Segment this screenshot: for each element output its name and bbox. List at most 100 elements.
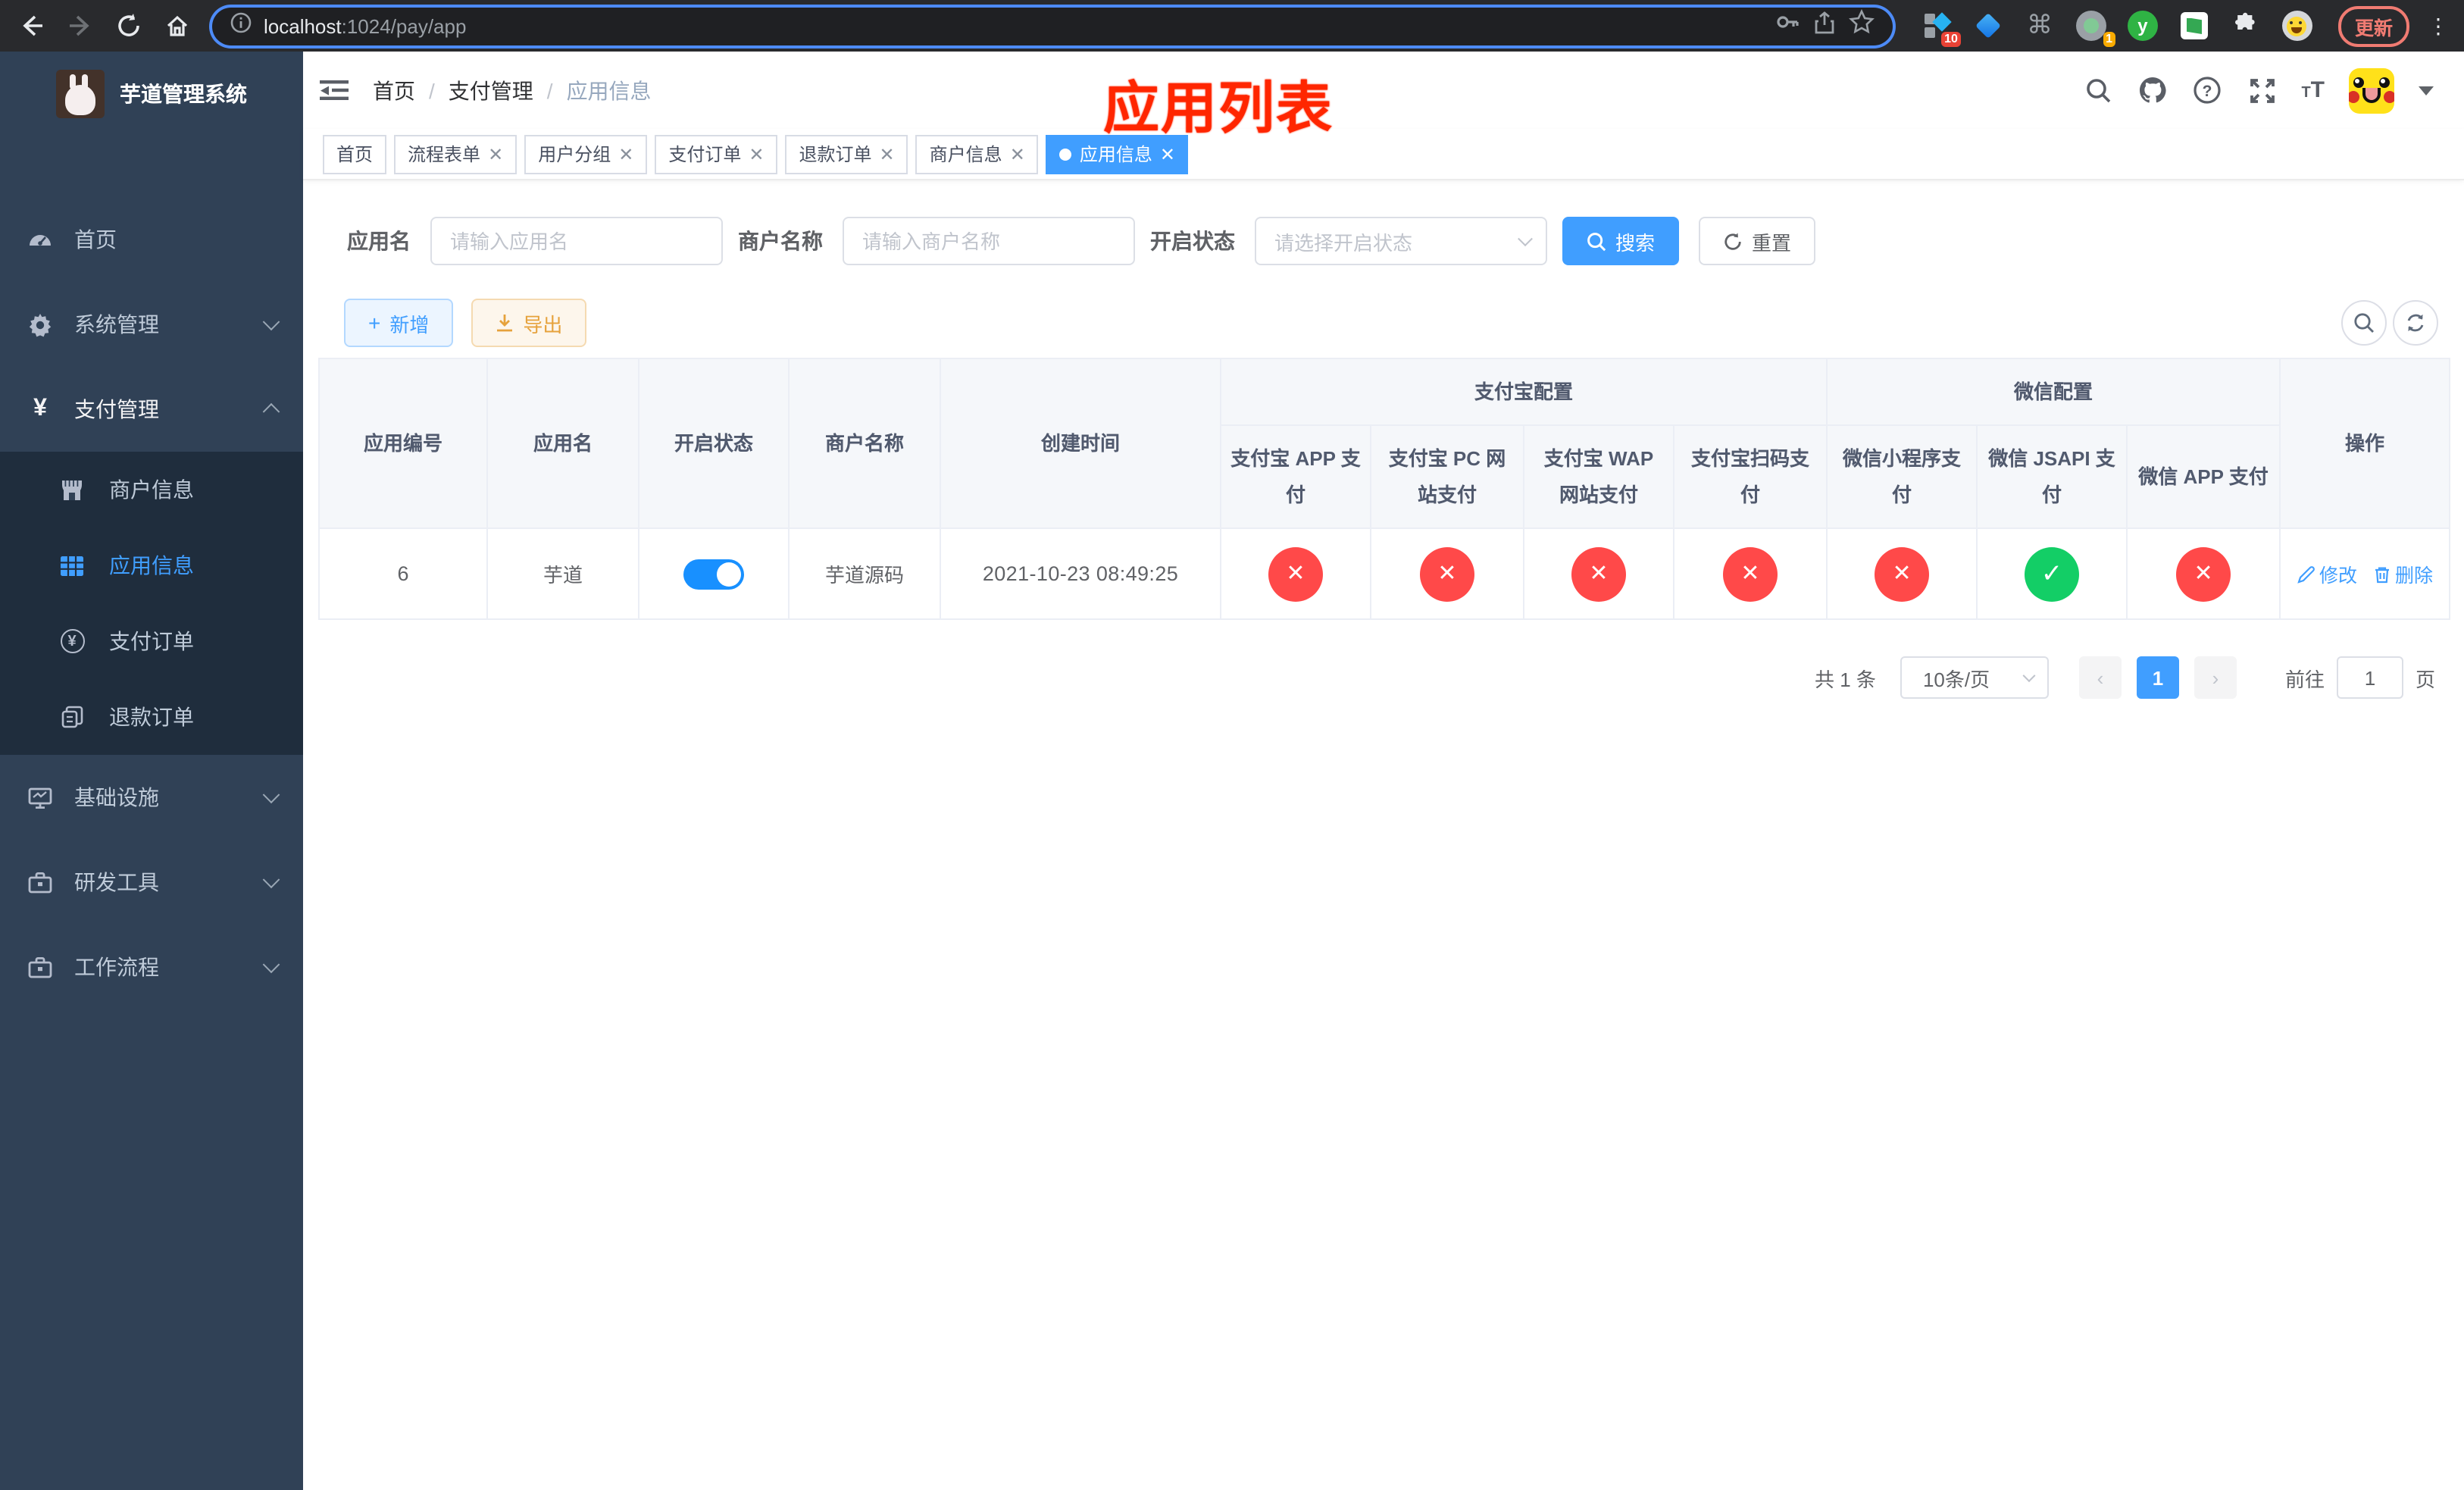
sidebar-collapse-icon[interactable] [318,75,349,105]
add-button[interactable]: + 新增 [344,299,454,347]
fullscreen-icon[interactable] [2247,75,2277,105]
extension-camera-icon[interactable]: 1 [2075,9,2115,47]
sidebar-item-label: 支付订单 [109,629,194,653]
app-name-input[interactable] [430,217,723,265]
page-size-select[interactable]: 10条/页 [1900,656,2049,700]
address-bar[interactable]: localhost:1024/pay/app [212,7,1893,45]
extension-chat-icon[interactable] [2178,9,2211,42]
sidebar-item-label: 研发工具 [74,870,159,894]
export-button[interactable]: 导出 [471,299,587,347]
col-alipay-wap: 支付宝 WAP 网站支付 [1523,424,1674,530]
sidebar-item-dev-tools[interactable]: 研发工具 [0,840,303,925]
profile-avatar-icon[interactable] [2281,9,2314,42]
alipay-wap-status-icon [1571,546,1626,602]
chevron-down-icon [262,786,280,804]
trash-icon [2375,566,2389,583]
gear-icon [27,311,53,337]
sidebar-menu: 首页 系统管理 ¥ 支付管理 商户信息 应用信息 ¥ 支付订单 退款订单 基础设… [0,197,303,1010]
chevron-down-icon [262,956,280,974]
delete-button[interactable]: 删除 [2372,559,2433,588]
browser-update-button[interactable]: 更新 [2337,5,2409,46]
pagination-total: 共 1 条 [1815,668,1876,691]
sidebar-item-merchant-info[interactable]: 商户信息 [0,452,303,527]
search-button[interactable]: 搜索 [1562,217,1680,265]
sidebar-logo[interactable]: 芋道管理系统 [0,52,303,136]
merchant-name-label: 商户名称 [738,229,823,253]
prev-page-button[interactable]: ‹ [2078,656,2122,700]
share-icon[interactable] [1812,10,1837,42]
browser-forward-icon[interactable] [61,6,100,45]
browser-reload-icon[interactable] [109,6,149,45]
breadcrumb-payment[interactable]: 支付管理 [449,75,533,105]
status-toggle[interactable] [683,559,744,590]
font-size-icon[interactable]: TT [2301,79,2325,102]
tab-merchant-info[interactable]: 商户信息 ✕ [915,134,1039,174]
refresh-table-button[interactable] [2393,300,2438,346]
cell-app-id: 6 [318,527,488,621]
merchant-name-input[interactable] [843,217,1135,265]
close-icon[interactable]: ✕ [1010,145,1025,163]
avatar-caret-icon[interactable] [2419,86,2434,95]
toolbox-icon [27,954,53,980]
tab-user-group[interactable]: 用户分组 ✕ [524,134,648,174]
breadcrumb-home[interactable]: 首页 [373,75,415,105]
monitor-icon [27,784,53,810]
extension-y-icon[interactable]: y [2126,9,2159,42]
extensions-puzzle-icon[interactable] [2229,9,2262,42]
bookmark-star-icon[interactable] [1849,8,1875,42]
user-avatar[interactable] [2349,67,2394,113]
page-number-button[interactable]: 1 [2136,656,2179,700]
col-merchant: 商户名称 [788,357,941,530]
yen-icon: ¥ [33,396,47,421]
sidebar-item-infrastructure[interactable]: 基础设施 [0,755,303,840]
sidebar-item-payment[interactable]: ¥ 支付管理 [0,367,303,452]
app-table: 应用编号 应用名 开启状态 商户名称 创建时间 支付宝配置 微信配置 操作 支付… [318,357,2451,621]
close-icon[interactable]: ✕ [488,145,503,163]
sidebar-item-pay-order[interactable]: ¥ 支付订单 [0,603,303,679]
status-label: 开启状态 [1150,229,1235,253]
sidebar-item-app-info[interactable]: 应用信息 [0,527,303,603]
github-icon[interactable] [2137,75,2168,105]
status-select[interactable]: 请选择开启状态 [1255,217,1547,265]
browser-chrome: localhost:1024/pay/app 10 ⌘ 1 y 更新 ⋮ [0,0,2464,52]
tab-home[interactable]: 首页✕ [323,134,387,174]
goto-page-input[interactable] [2336,656,2403,700]
col-alipay-app: 支付宝 APP 支付 [1220,424,1371,530]
tab-pay-order[interactable]: 支付订单 ✕ [655,134,778,174]
toggle-search-button[interactable] [2341,300,2387,346]
url-text: localhost:1024/pay/app [264,14,467,37]
close-icon[interactable]: ✕ [1160,145,1175,163]
header-search-icon[interactable] [2083,75,2113,105]
close-icon[interactable]: ✕ [618,145,633,163]
close-icon[interactable]: ✕ [749,145,764,163]
store-icon [59,477,85,502]
wechat-app-status-icon [2176,546,2231,602]
browser-back-icon[interactable] [12,6,52,45]
extension-gem-icon[interactable] [1972,9,2005,42]
extension-blocks-icon[interactable]: 10 [1920,9,1961,47]
browser-home-icon[interactable] [158,6,197,45]
tab-refund-order[interactable]: 退款订单 ✕ [785,134,908,174]
chevron-up-icon [262,402,280,421]
next-page-button[interactable]: › [2194,656,2237,700]
sidebar-item-workflow[interactable]: 工作流程 [0,925,303,1010]
edit-button[interactable]: 修改 [2297,559,2357,588]
logo-rabbit-icon [56,70,105,118]
sidebar-item-home[interactable]: 首页 [0,197,303,282]
browser-menu-icon[interactable]: ⋮ [2428,13,2449,39]
password-key-icon[interactable] [1775,9,1800,42]
close-icon[interactable]: ✕ [880,145,895,163]
page-info-icon[interactable] [230,11,252,40]
cell-created-time: 2021-10-23 08:49:25 [940,527,1221,621]
extension-command-icon[interactable]: ⌘ [2023,9,2056,42]
sidebar-item-refund-order[interactable]: 退款订单 [0,679,303,755]
sidebar-item-label: 工作流程 [74,955,159,979]
sidebar-item-system[interactable]: 系统管理 [0,282,303,367]
app-title: 芋道管理系统 [120,82,247,106]
reset-button[interactable]: 重置 [1699,217,1816,265]
wechat-mini-status-icon [1875,546,1930,602]
tab-process-form[interactable]: 流程表单 ✕ [394,134,518,174]
search-icon [2354,313,2374,333]
cell-app-name: 芋道 [486,527,639,621]
help-icon[interactable]: ? [2192,75,2222,105]
